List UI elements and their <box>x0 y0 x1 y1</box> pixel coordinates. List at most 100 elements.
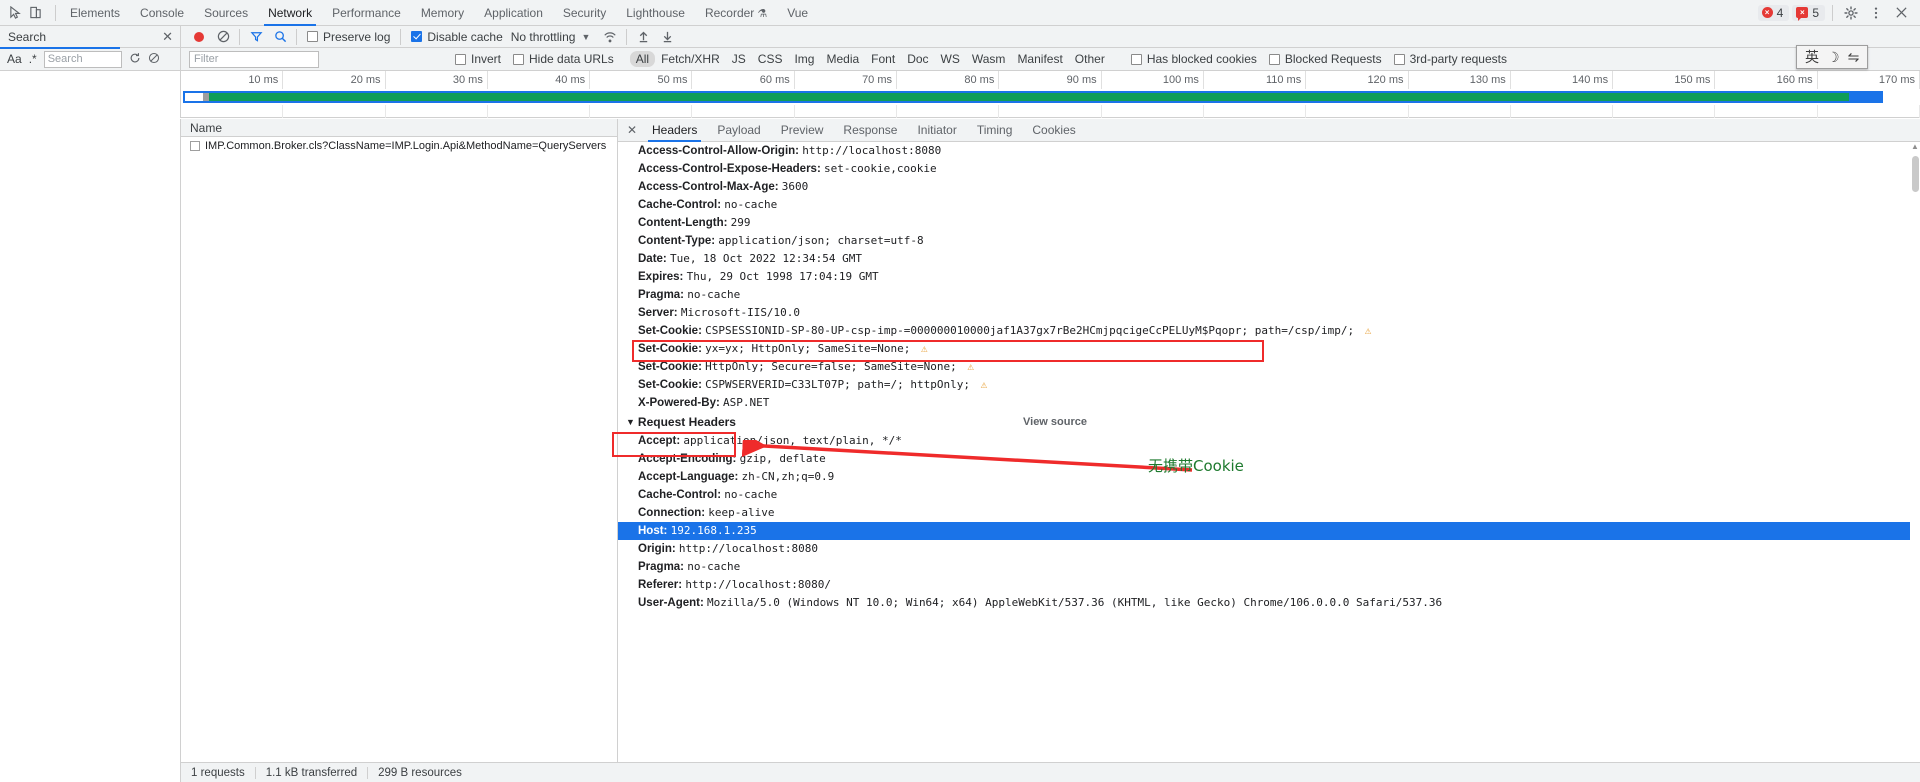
warning-icon[interactable]: ⚠ <box>910 342 927 355</box>
clear-icon[interactable] <box>148 52 160 67</box>
response-header-row[interactable]: Cache-Control: no-cache <box>618 196 1920 214</box>
has-blocked-cookies-checkbox[interactable]: Has blocked cookies <box>1125 52 1263 66</box>
filter-type-wasm[interactable]: Wasm <box>966 51 1012 67</box>
close-icon[interactable]: ✕ <box>622 123 642 137</box>
regex-icon[interactable]: .* <box>29 52 37 66</box>
filter-type-img[interactable]: Img <box>788 51 820 67</box>
response-header-row[interactable]: Set-Cookie: CSPSESSIONID-SP-80-UP-csp-im… <box>618 322 1920 340</box>
tab-headers[interactable]: Headers <box>642 119 707 142</box>
request-header-row[interactable]: Accept-Encoding: gzip, deflate <box>618 450 1920 468</box>
filter-type-other[interactable]: Other <box>1069 51 1111 67</box>
request-header-row[interactable]: Host: 192.168.1.235 <box>618 522 1920 540</box>
response-header-row[interactable]: Set-Cookie: CSPWSERVERID=C33LT07P; path=… <box>618 376 1920 394</box>
response-header-row[interactable]: Content-Type: application/json; charset=… <box>618 232 1920 250</box>
tab-payload[interactable]: Payload <box>707 119 770 142</box>
request-header-row[interactable]: Pragma: no-cache <box>618 558 1920 576</box>
filter-type-css[interactable]: CSS <box>752 51 789 67</box>
filter-funnel-icon[interactable] <box>244 26 268 48</box>
filter-type-media[interactable]: Media <box>820 51 865 67</box>
record-button[interactable] <box>187 26 211 48</box>
filter-type-js[interactable]: JS <box>726 51 752 67</box>
filter-type-fetch-xhr[interactable]: Fetch/XHR <box>655 51 726 67</box>
filter-type-manifest[interactable]: Manifest <box>1011 51 1068 67</box>
scroll-up-arrow[interactable]: ▲ <box>1910 142 1920 153</box>
clear-icon[interactable] <box>211 26 235 48</box>
filter-type-ws[interactable]: WS <box>935 51 966 67</box>
request-header-row[interactable]: Connection: keep-alive <box>618 504 1920 522</box>
filter-type-doc[interactable]: Doc <box>901 51 934 67</box>
network-conditions-icon[interactable] <box>598 26 622 48</box>
response-header-row[interactable]: Access-Control-Expose-Headers: set-cooki… <box>618 160 1920 178</box>
scrollbar-thumb[interactable] <box>1912 156 1919 192</box>
disable-cache-checkbox[interactable]: Disable cache <box>405 30 508 44</box>
request-header-row[interactable]: Origin: http://localhost:8080 <box>618 540 1920 558</box>
close-icon[interactable] <box>1890 2 1912 24</box>
tab-application[interactable]: Application <box>474 0 553 26</box>
response-header-row[interactable]: Date: Tue, 18 Oct 2022 12:34:54 GMT <box>618 250 1920 268</box>
table-row[interactable]: IMP.Common.Broker.cls?ClassName=IMP.Logi… <box>181 137 617 154</box>
tab-initiator[interactable]: Initiator <box>907 119 966 142</box>
tab-memory[interactable]: Memory <box>411 0 474 26</box>
filter-type-all[interactable]: All <box>630 51 655 67</box>
blocked-requests-checkbox[interactable]: Blocked Requests <box>1263 52 1388 66</box>
tab-security[interactable]: Security <box>553 0 616 26</box>
view-source-link[interactable]: View source <box>1023 412 1087 432</box>
response-header-row[interactable]: Set-Cookie: yx=yx; HttpOnly; SameSite=No… <box>618 340 1920 358</box>
export-har-icon[interactable] <box>655 26 679 48</box>
search-input[interactable]: Search <box>44 51 122 68</box>
request-header-row[interactable]: User-Agent: Mozilla/5.0 (Windows NT 10.0… <box>618 594 1920 612</box>
warning-icon[interactable]: ⚠ <box>1354 324 1371 337</box>
request-header-row[interactable]: Accept: application/json, text/plain, */… <box>618 432 1920 450</box>
search-icon[interactable] <box>268 26 292 48</box>
tab-preview[interactable]: Preview <box>771 119 834 142</box>
invert-checkbox[interactable]: Invert <box>449 52 507 66</box>
warning-icon[interactable]: ⚠ <box>957 360 974 373</box>
chevron-down-icon[interactable]: ▼ <box>626 412 635 432</box>
requests-column-header[interactable]: Name <box>181 119 617 137</box>
detail-scrollbar[interactable]: ▲ ▼ <box>1910 142 1920 782</box>
request-filter-input[interactable]: Filter <box>189 51 319 68</box>
tab-recorder[interactable]: Recorder⚗ <box>695 0 777 26</box>
tab-elements[interactable]: Elements <box>60 0 130 26</box>
tab-lighthouse[interactable]: Lighthouse <box>616 0 695 26</box>
request-header-row[interactable]: Accept-Language: zh-CN,zh;q=0.9 <box>618 468 1920 486</box>
network-overview[interactable]: 10 ms20 ms30 ms40 ms50 ms60 ms70 ms80 ms… <box>0 71 1920 118</box>
error-count-badge[interactable]: × 4 <box>1758 5 1790 21</box>
warning-count-badge[interactable]: × 5 <box>1792 5 1825 21</box>
gear-icon[interactable] <box>1840 2 1862 24</box>
close-icon[interactable]: ✕ <box>162 29 173 45</box>
device-toolbar-icon[interactable] <box>29 6 42 19</box>
inspect-element-icon[interactable] <box>9 6 22 19</box>
third-party-requests-checkbox[interactable]: 3rd-party requests <box>1388 52 1513 66</box>
request-headers-section-header[interactable]: ▼Request HeadersView source <box>618 412 1920 432</box>
hide-data-urls-checkbox[interactable]: Hide data URLs <box>507 52 620 66</box>
ime-indicator[interactable]: 英 ☽ ⇋ <box>1796 45 1868 69</box>
response-header-row[interactable]: Expires: Thu, 29 Oct 1998 17:04:19 GMT <box>618 268 1920 286</box>
refresh-icon[interactable] <box>129 52 141 67</box>
response-header-row[interactable]: Access-Control-Max-Age: 3600 <box>618 178 1920 196</box>
request-header-row[interactable]: Cache-Control: no-cache <box>618 486 1920 504</box>
response-header-row[interactable]: Pragma: no-cache <box>618 286 1920 304</box>
response-header-row[interactable]: Access-Control-Allow-Origin: http://loca… <box>618 142 1920 160</box>
warning-icon[interactable]: ⚠ <box>970 378 987 391</box>
tab-vue[interactable]: Vue <box>777 0 818 26</box>
tab-timing[interactable]: Timing <box>967 119 1023 142</box>
tab-console[interactable]: Console <box>130 0 194 26</box>
tab-response[interactable]: Response <box>833 119 907 142</box>
chevron-down-icon[interactable]: ▼ <box>575 32 598 42</box>
filter-type-font[interactable]: Font <box>865 51 901 67</box>
response-header-row[interactable]: Set-Cookie: HttpOnly; Secure=false; Same… <box>618 358 1920 376</box>
match-case-icon[interactable]: Aa <box>7 52 22 66</box>
tab-network[interactable]: Network <box>258 0 322 26</box>
tab-cookies[interactable]: Cookies <box>1022 119 1085 142</box>
response-header-row[interactable]: Content-Length: 299 <box>618 214 1920 232</box>
request-header-row[interactable]: Referer: http://localhost:8080/ <box>618 576 1920 594</box>
throttling-select[interactable]: No throttling <box>509 30 576 44</box>
preserve-log-checkbox[interactable]: Preserve log <box>301 30 396 44</box>
tab-sources[interactable]: Sources <box>194 0 258 26</box>
tab-performance[interactable]: Performance <box>322 0 411 26</box>
response-header-row[interactable]: Server: Microsoft-IIS/10.0 <box>618 304 1920 322</box>
response-header-row[interactable]: X-Powered-By: ASP.NET <box>618 394 1920 412</box>
import-har-icon[interactable] <box>631 26 655 48</box>
kebab-menu-icon[interactable] <box>1865 2 1887 24</box>
